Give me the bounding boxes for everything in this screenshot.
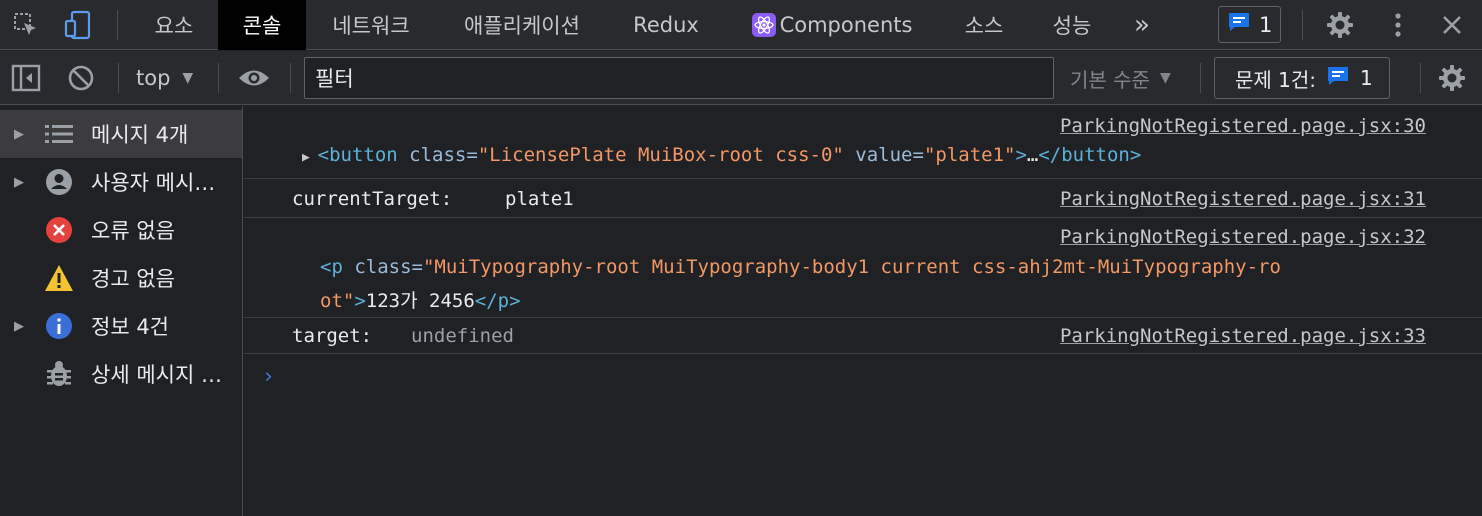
console-message: target: undefined ParkingNotRegistered.p… (244, 318, 1482, 354)
console-message-body-continued[interactable]: ot">123가 2456</p> (320, 286, 521, 313)
console-message: ParkingNotRegistered.page.jsx:32 <p clas… (244, 218, 1482, 318)
html-attr-name: value= (843, 144, 924, 166)
react-icon (751, 13, 776, 37)
close-icon[interactable] (1432, 0, 1472, 50)
html-attr-value: ot" (320, 290, 355, 312)
context-label: top (136, 66, 171, 90)
expand-triangle-icon[interactable]: ▶ (14, 319, 28, 334)
html-tag: </button> (1038, 144, 1142, 166)
context-selector[interactable]: top ▼ (136, 51, 193, 105)
messages-badge-button[interactable]: 1 (1218, 6, 1282, 43)
message-icon (1227, 11, 1251, 38)
list-icon (43, 124, 75, 144)
toolbar-divider (218, 63, 219, 93)
expand-triangle-icon[interactable]: ▶ (302, 150, 318, 165)
clear-console-icon[interactable] (62, 51, 100, 105)
tab-performance[interactable]: 성능 (1034, 0, 1110, 50)
tab-components[interactable]: Components (728, 0, 936, 50)
filter-input[interactable]: 필터 (304, 57, 1054, 99)
html-tag: > (354, 290, 366, 312)
sidebar-item-verbose[interactable]: 상세 메시지 없음 (0, 350, 242, 398)
log-value: plate1 (505, 188, 574, 210)
issues-count: 1 (1360, 66, 1373, 90)
html-attr-value: "plate1" (923, 144, 1016, 166)
log-key: currentTarget: (292, 188, 453, 210)
tab-network[interactable]: 네트워크 (312, 0, 430, 50)
console-message: ParkingNotRegistered.page.jsx:30 ▶ <butt… (244, 106, 1482, 179)
sidebar-toggle-icon[interactable] (6, 51, 46, 105)
kebab-menu-icon[interactable] (1380, 0, 1416, 50)
expand-triangle-icon[interactable]: ▶ (14, 127, 28, 142)
sidebar-item-label: 상세 메시지 없음 (91, 363, 231, 387)
console-messages: ParkingNotRegistered.page.jsx:30 ▶ <butt… (244, 106, 1482, 516)
sidebar-item-errors[interactable]: 오류 없음 (0, 206, 242, 254)
html-attr-name: class= (397, 144, 478, 166)
live-expression-eye-icon[interactable] (234, 51, 274, 105)
message-icon (1326, 65, 1350, 92)
html-attr-value: "MuiTypography-root MuiTypography-body1 … (422, 256, 1281, 278)
device-toolbar-icon[interactable] (60, 0, 96, 50)
log-key: target: (292, 325, 373, 347)
source-link[interactable]: ParkingNotRegistered.page.jsx:31 (1060, 188, 1426, 210)
more-tabs-button[interactable]: » (1120, 0, 1164, 50)
source-link[interactable]: ParkingNotRegistered.page.jsx:33 (1060, 325, 1426, 347)
console-message-body[interactable]: <p class="MuiTypography-root MuiTypograp… (320, 256, 1281, 278)
settings-gear-icon[interactable] (1320, 0, 1360, 50)
console-sidebar: ▶ 메시지 4개 ▶ 사용자 메시지 4개 오류 없음 경고 없음 ▶ 정보 4… (0, 106, 243, 516)
tab-sources[interactable]: 소스 (946, 0, 1022, 50)
tab-redux[interactable]: Redux (616, 0, 716, 50)
console-message: currentTarget: plate1 ParkingNotRegister… (244, 179, 1482, 218)
filter-placeholder: 필터 (315, 67, 354, 91)
sidebar-item-warnings[interactable]: 경고 없음 (0, 254, 242, 302)
log-value: undefined (411, 325, 514, 347)
toolbar-divider (118, 63, 119, 93)
console-toolbar: top ▼ 필터 기본 수준 ▼ 문제 1건: 1 (0, 51, 1482, 105)
toolbar-divider (290, 63, 291, 93)
warning-icon (43, 264, 75, 292)
devtools-tabbar: 요소 콘솔 네트워크 애플리케이션 Redux Components 소스 성능… (0, 0, 1482, 50)
html-attr-value: "LicensePlate MuiBox-root css-0" (477, 144, 844, 166)
collapsed-content[interactable]: … (1027, 144, 1038, 166)
caret-down-icon: ▼ (1159, 70, 1171, 86)
html-tag: > (1015, 144, 1027, 166)
sidebar-item-label: 정보 4건 (91, 315, 169, 339)
html-tag: <button (317, 144, 398, 166)
toolbar-divider (1200, 63, 1201, 93)
sidebar-item-info[interactable]: ▶ 정보 4건 (0, 302, 242, 350)
tab-console[interactable]: 콘솔 (218, 0, 306, 50)
inspect-element-icon[interactable] (8, 0, 44, 50)
log-levels-label: 기본 수준 (1070, 67, 1150, 92)
user-icon (43, 168, 75, 196)
html-tag: <p (320, 256, 343, 278)
sidebar-item-label: 경고 없음 (91, 267, 175, 291)
info-icon (43, 312, 75, 340)
sidebar-item-messages[interactable]: ▶ 메시지 4개 (0, 110, 242, 158)
console-settings-gear-icon[interactable] (1432, 51, 1472, 105)
messages-badge-count: 1 (1259, 12, 1273, 37)
console-prompt[interactable]: › (262, 364, 275, 388)
issues-label: 문제 1건: (1235, 67, 1317, 92)
error-icon (43, 216, 75, 244)
tabbar-divider (1302, 10, 1303, 40)
tab-elements[interactable]: 요소 (134, 0, 214, 50)
sidebar-item-label: 사용자 메시지 4개 (91, 171, 231, 195)
sidebar-item-label: 오류 없음 (91, 219, 175, 243)
html-text-content: 123가 2456 (365, 290, 475, 312)
caret-down-icon: ▼ (182, 70, 194, 86)
sidebar-item-label: 메시지 4개 (91, 123, 189, 147)
issues-button[interactable]: 문제 1건: 1 (1214, 57, 1390, 99)
tab-application[interactable]: 애플리케이션 (438, 0, 606, 50)
bug-icon (43, 360, 75, 388)
tab-components-label: Components (779, 13, 913, 37)
expand-triangle-icon[interactable]: ▶ (14, 175, 28, 190)
html-tag: </p> (474, 290, 521, 312)
log-levels-dropdown[interactable]: 기본 수준 ▼ (1070, 51, 1171, 105)
html-attr-name: class= (342, 256, 423, 278)
sidebar-item-user-messages[interactable]: ▶ 사용자 메시지 4개 (0, 158, 242, 206)
source-link[interactable]: ParkingNotRegistered.page.jsx:30 (1060, 115, 1426, 137)
tabbar-divider (117, 10, 118, 40)
source-link[interactable]: ParkingNotRegistered.page.jsx:32 (1060, 226, 1426, 248)
toolbar-divider (1420, 63, 1421, 93)
console-message-body[interactable]: ▶ <button class="LicensePlate MuiBox-roo… (302, 144, 1141, 166)
